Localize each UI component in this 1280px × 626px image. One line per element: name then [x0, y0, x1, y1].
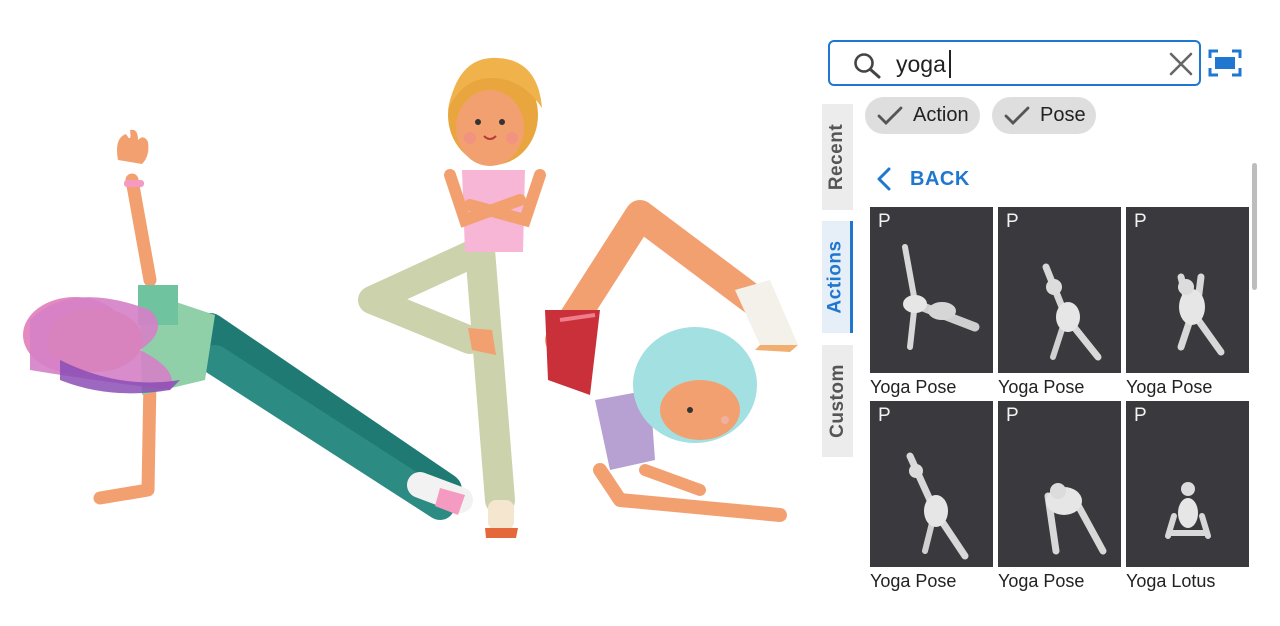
search-box[interactable]: [828, 40, 1201, 86]
pose-badge: P: [1134, 211, 1147, 232]
pose-thumbnail: P: [998, 401, 1121, 567]
filter-chip-pose[interactable]: Pose: [992, 97, 1096, 134]
result-card[interactable]: P Yoga Pose: [870, 401, 993, 592]
filter-chip-label: Action: [913, 104, 969, 126]
filter-chip-label: Pose: [1040, 104, 1086, 126]
result-label: Yoga Lotus: [1126, 571, 1216, 591]
result-card[interactable]: P Yoga Pose: [998, 401, 1121, 592]
pose-thumbnail: P: [1126, 401, 1249, 567]
search-input[interactable]: [896, 49, 1151, 79]
fullscreen-icon[interactable]: [1208, 49, 1242, 77]
pose-badge: P: [1134, 405, 1147, 426]
back-button[interactable]: BACK: [874, 165, 970, 193]
pose-badge: P: [1006, 405, 1019, 426]
pose-thumbnail: P: [1126, 207, 1249, 373]
scrollbar-thumb[interactable]: [1252, 163, 1257, 290]
search-icon: [854, 53, 881, 79]
result-card[interactable]: P Yoga Lotus: [1126, 401, 1249, 592]
result-card[interactable]: P Yoga Pose: [998, 207, 1121, 398]
tab-label: Recent: [826, 123, 848, 191]
result-label: Yoga Pose: [1126, 377, 1213, 397]
check-icon: [877, 106, 903, 125]
tab-label: Custom: [826, 364, 848, 438]
scene-canvas[interactable]: [0, 0, 820, 626]
check-icon: [1004, 106, 1030, 125]
result-label: Yoga Pose: [998, 377, 1085, 397]
tab-actions[interactable]: Actions: [822, 221, 853, 333]
filter-chip-action[interactable]: Action: [865, 97, 980, 134]
pose-thumbnail: P: [870, 401, 993, 567]
tab-recent[interactable]: Recent: [822, 104, 853, 210]
result-label: Yoga Pose: [998, 571, 1085, 591]
chevron-left-icon: [877, 167, 891, 191]
pose-badge: P: [878, 211, 891, 232]
result-card[interactable]: P Yoga Pose: [870, 207, 993, 398]
back-label: BACK: [910, 167, 970, 190]
clear-search-icon[interactable]: [1168, 51, 1194, 77]
pose-thumbnail: P: [998, 207, 1121, 373]
pose-badge: P: [878, 405, 891, 426]
result-label: Yoga Pose: [870, 377, 957, 397]
pose-badge: P: [1006, 211, 1019, 232]
app-root: Action Pose Recent Actions Custom BACK: [0, 0, 1280, 626]
text-caret: [949, 50, 951, 78]
tab-custom[interactable]: Custom: [822, 345, 853, 457]
result-label: Yoga Pose: [870, 571, 957, 591]
result-card[interactable]: P Yoga Pose: [1126, 207, 1249, 398]
character-scorpion-pose[interactable]: [545, 200, 798, 522]
pose-thumbnail: P: [870, 207, 993, 373]
tab-label: Actions: [825, 240, 846, 314]
